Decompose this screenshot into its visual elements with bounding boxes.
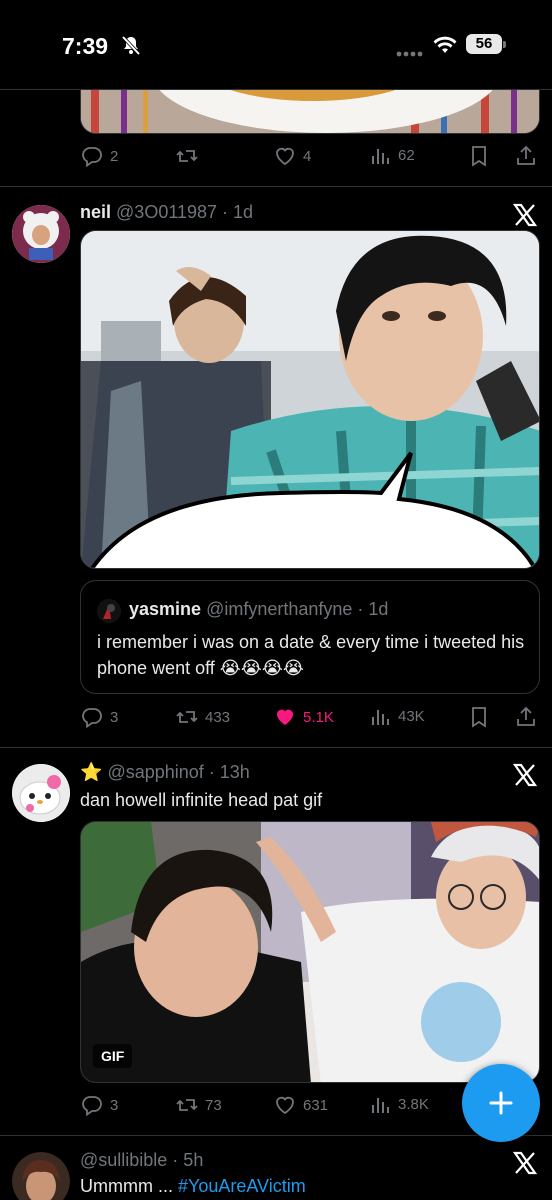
compose-plus-icon xyxy=(489,1091,513,1115)
like-icon xyxy=(276,147,294,166)
share-button[interactable] xyxy=(514,705,538,729)
tweet-1-actions: 2 4 62 xyxy=(80,144,540,170)
repost-icon xyxy=(176,1099,198,1111)
tweet-4[interactable]: @sullibible · 5h Ummmm ... #YouAreAVicti… xyxy=(0,1136,552,1200)
handle-time[interactable]: @3O011987 · 1d xyxy=(116,202,253,222)
views-icon xyxy=(372,149,389,164)
reply-count: 2 xyxy=(110,147,119,165)
views-button[interactable]: 43K xyxy=(370,705,425,727)
compose-button[interactable] xyxy=(462,1064,540,1142)
like-count: 5.1K xyxy=(303,708,334,726)
like-icon xyxy=(277,709,293,725)
avatar-image xyxy=(12,764,70,822)
tweet-2[interactable]: neil @3O011987 · 1d yasmine @imfynerthan… xyxy=(0,187,552,748)
avatar[interactable] xyxy=(12,764,70,822)
avatar[interactable] xyxy=(12,205,70,263)
repost-count: 433 xyxy=(205,708,231,726)
bookmark-icon xyxy=(472,146,486,167)
wifi-icon xyxy=(432,35,458,60)
bookmark-button[interactable] xyxy=(468,705,490,729)
like-button[interactable]: 5.1K xyxy=(273,705,334,729)
quoted-tweet[interactable]: yasmine @imfynerthanfyne · 1d i remember… xyxy=(80,580,540,694)
tweet-text: dan howell infinite head pat gif xyxy=(80,790,323,810)
tweet-text-prefix: Ummmm ... xyxy=(80,1176,178,1196)
reply-icon xyxy=(82,708,102,729)
gif-badge: GIF xyxy=(93,1044,133,1068)
bell-slash-icon xyxy=(120,34,142,61)
display-name-emoji[interactable]: ⭐ xyxy=(80,762,102,782)
reply-icon xyxy=(82,1096,102,1117)
x-logo-icon[interactable] xyxy=(512,202,538,228)
status-time: 7:39 xyxy=(62,33,109,59)
reply-icon xyxy=(82,147,102,168)
status-bar: 7:39 56 xyxy=(0,0,552,90)
repost-icon xyxy=(176,150,198,162)
tweet-2-actions: 3 433 5.1K 43K xyxy=(80,705,540,731)
reply-button[interactable]: 2 xyxy=(80,144,118,168)
repost-count: 73 xyxy=(205,1096,222,1114)
tweet-header: @sullibible · 5h xyxy=(80,1150,203,1171)
bookmark-button[interactable] xyxy=(468,144,490,168)
views-count: 43K xyxy=(398,707,425,725)
views-count: 3.8K xyxy=(398,1095,429,1113)
signal-dots-icon xyxy=(396,44,424,62)
quoted-display-name: yasmine xyxy=(129,599,202,619)
x-logo-icon[interactable] xyxy=(512,762,538,788)
avatar-image xyxy=(12,205,70,263)
views-button[interactable]: 3.8K xyxy=(370,1093,429,1115)
share-icon xyxy=(517,145,535,165)
views-button[interactable]: 62 xyxy=(370,144,415,166)
like-icon xyxy=(276,1096,294,1115)
views-count: 62 xyxy=(398,146,415,164)
battery-level: 56 xyxy=(466,34,502,54)
tweet-3[interactable]: ⭐ @sapphinof · 13h dan howell infinite h… xyxy=(0,748,552,1136)
tweet-3-gif[interactable]: GIF xyxy=(80,821,540,1083)
quoted-avatar xyxy=(97,599,121,623)
quoted-handle-time: @imfynerthanfyne · 1d xyxy=(206,599,389,619)
gif-frame xyxy=(81,822,539,1082)
repost-button[interactable]: 73 xyxy=(175,1093,222,1117)
avatar[interactable] xyxy=(12,1152,70,1200)
tweet-header: ⭐ @sapphinof · 13h xyxy=(80,762,250,783)
share-icon xyxy=(517,706,535,726)
tweet-2-image[interactable] xyxy=(80,230,540,569)
like-button[interactable]: 631 xyxy=(273,1093,328,1117)
views-icon xyxy=(372,710,389,725)
repost-button[interactable]: 433 xyxy=(175,705,230,729)
like-button[interactable]: 4 xyxy=(273,144,311,168)
quoted-header: yasmine @imfynerthanfyne · 1d xyxy=(129,599,388,620)
hashtag-link[interactable]: #YouAreAVictim xyxy=(178,1176,306,1196)
reply-button[interactable]: 3 xyxy=(80,705,118,729)
tweet-text: Ummmm ... #YouAreAVictim xyxy=(80,1174,306,1198)
handle-time[interactable]: @sapphinof · 13h xyxy=(107,762,249,782)
x-logo-icon[interactable] xyxy=(512,1150,538,1176)
reply-button[interactable]: 3 xyxy=(80,1093,118,1117)
display-name[interactable]: neil xyxy=(80,202,111,222)
tweet-header: neil @3O011987 · 1d xyxy=(80,202,253,223)
handle-time[interactable]: @sullibible · 5h xyxy=(80,1150,203,1170)
like-count: 4 xyxy=(303,147,312,165)
avatar-image xyxy=(12,1152,70,1200)
reply-count: 3 xyxy=(110,708,119,726)
photo-with-speech-bubble xyxy=(81,231,539,568)
share-button[interactable] xyxy=(514,144,538,168)
battery-nub xyxy=(503,41,506,48)
reply-count: 3 xyxy=(110,1096,119,1114)
quoted-text: i remember i was on a date & every time … xyxy=(97,632,525,678)
repost-button[interactable] xyxy=(175,144,205,168)
bookmark-icon xyxy=(472,707,486,728)
views-icon xyxy=(372,1098,389,1113)
like-count: 631 xyxy=(303,1096,329,1114)
repost-icon xyxy=(176,711,198,723)
